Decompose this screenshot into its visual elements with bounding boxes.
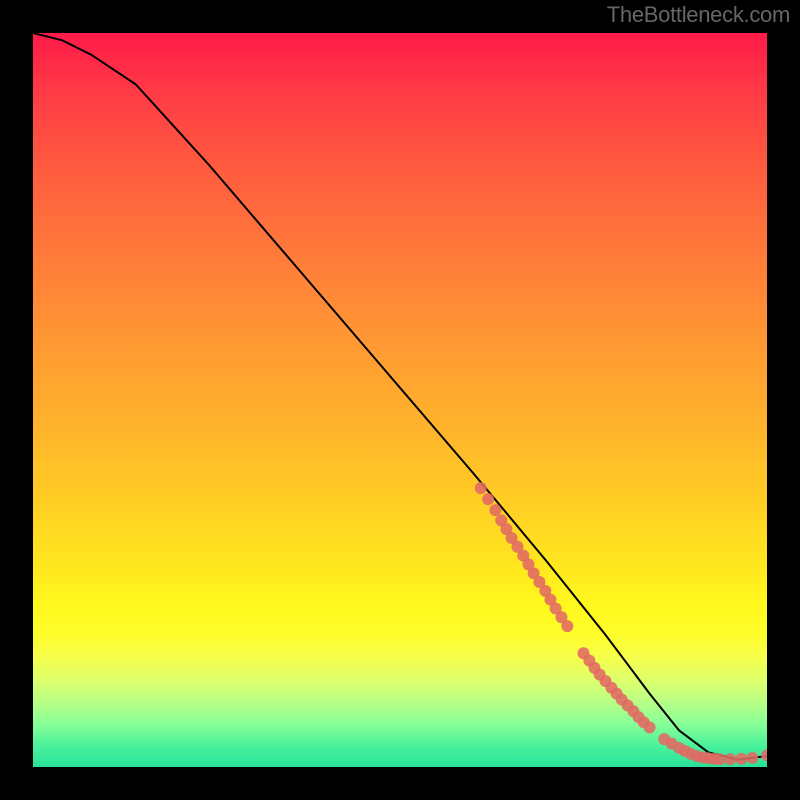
curve-line: [33, 33, 767, 760]
chart-frame: TheBottleneck.com: [0, 0, 800, 800]
scatter-dots: [475, 482, 767, 765]
plot-area: [33, 33, 767, 767]
chart-svg: [33, 33, 767, 767]
watermark-text: TheBottleneck.com: [607, 2, 790, 28]
